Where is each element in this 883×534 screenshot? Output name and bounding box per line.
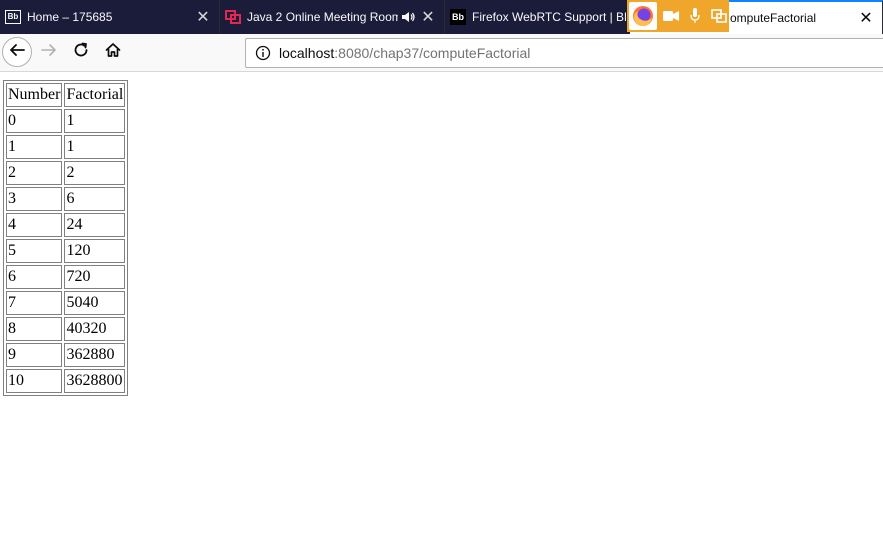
page-content: Number Factorial 0 1 1 1 2 2 3 6 4 24 5 120 6 720 7 504…	[0, 72, 883, 534]
home-button[interactable]	[98, 37, 128, 67]
reload-icon	[73, 42, 89, 63]
number-cell: 10	[6, 369, 63, 393]
forward-arrow-icon	[41, 42, 57, 63]
table-row: 01	[6, 109, 126, 133]
factorial-cell: 1	[64, 135, 126, 159]
number-cell: 7	[6, 291, 63, 315]
tab-title: Home – 175685	[27, 10, 113, 24]
firefox-icon	[629, 2, 657, 30]
url-path: :8080/chap37/computeFactorial	[334, 45, 531, 61]
factorial-cell: 120	[64, 239, 126, 263]
tab-home[interactable]: Bb Home – 175685 ✕	[0, 0, 220, 34]
table-row: 10 3628800	[6, 369, 126, 393]
factorial-cell: 2	[64, 161, 126, 185]
url-bar[interactable]: localhost:8080/chap37/computeFactorial	[245, 38, 883, 68]
factorial-cell: 6	[64, 187, 126, 211]
blackboard-logo-icon: Bb	[5, 9, 21, 25]
number-cell: 2	[6, 161, 63, 185]
number-cell: 3	[6, 187, 63, 211]
back-arrow-icon	[9, 42, 25, 63]
factorial-cell: 720	[64, 265, 126, 289]
table-row: 5 120	[6, 239, 126, 263]
table-row: 7 5040	[6, 291, 126, 315]
tab-strip: Bb Home – 175685 ✕ Java 2 Online Meeting…	[0, 0, 883, 34]
back-button[interactable]	[2, 37, 32, 67]
number-cell: 4	[6, 213, 63, 237]
table-row: 6 720	[6, 265, 126, 289]
close-tab-icon[interactable]: ✕	[858, 10, 874, 27]
reload-button[interactable]	[66, 37, 96, 67]
tab-title: Java 2 Online Meeting Room	[247, 10, 398, 24]
forward-button[interactable]	[34, 37, 64, 67]
table-row: 11	[6, 135, 126, 159]
tab-title: omputeFactorial	[730, 11, 817, 25]
table-row: 4 24	[6, 213, 126, 237]
speaker-icon[interactable]	[400, 9, 416, 25]
close-tab-icon[interactable]: ✕	[420, 9, 436, 26]
table-row: 8 40320	[6, 317, 126, 341]
factorial-table: Number Factorial 0 1 1 1 2 2 3 6 4 24 5 120 6 720 7 504…	[3, 80, 129, 396]
number-cell: 6	[6, 265, 63, 289]
factorial-cell: 5040	[64, 291, 126, 315]
number-cell: 1	[6, 135, 63, 159]
navigation-toolbar: localhost:8080/chap37/computeFactorial	[0, 34, 883, 72]
column-header-factorial: Factorial	[64, 83, 126, 107]
close-tab-icon[interactable]: ✕	[195, 9, 211, 26]
column-header-number: Number	[6, 83, 63, 107]
site-info-icon[interactable]	[255, 45, 271, 61]
number-cell: 9	[6, 343, 63, 367]
table-row: 22	[6, 161, 126, 185]
factorial-cell: 1	[64, 109, 126, 133]
sharing-indicator[interactable]	[627, 0, 729, 32]
url-text[interactable]: localhost:8080/chap37/computeFactorial	[279, 45, 530, 61]
collaborate-icon	[225, 9, 241, 25]
blackboard-logo-icon: Bb	[450, 9, 466, 25]
camera-icon[interactable]	[661, 2, 681, 30]
home-icon	[105, 42, 121, 63]
factorial-cell: 3628800	[64, 369, 126, 393]
tab-title: Firefox WebRTC Support | Bla	[472, 10, 629, 24]
tab-meeting-room[interactable]: Java 2 Online Meeting Room ✕	[220, 0, 445, 34]
factorial-cell: 40320	[64, 317, 126, 341]
number-cell: 8	[6, 317, 63, 341]
factorial-cell: 24	[64, 213, 126, 237]
table-row: 9 362880	[6, 343, 126, 367]
number-cell: 5	[6, 239, 63, 263]
table-row: 36	[6, 187, 126, 211]
url-host: localhost	[279, 45, 335, 61]
factorial-cell: 362880	[64, 343, 126, 367]
microphone-icon[interactable]	[685, 2, 705, 30]
tab-webrtc-support[interactable]: Bb Firefox WebRTC Support | Bla	[445, 0, 630, 34]
screen-share-icon[interactable]	[709, 2, 729, 30]
table-header-row: Number Factorial	[6, 83, 126, 107]
number-cell: 0	[6, 109, 63, 133]
